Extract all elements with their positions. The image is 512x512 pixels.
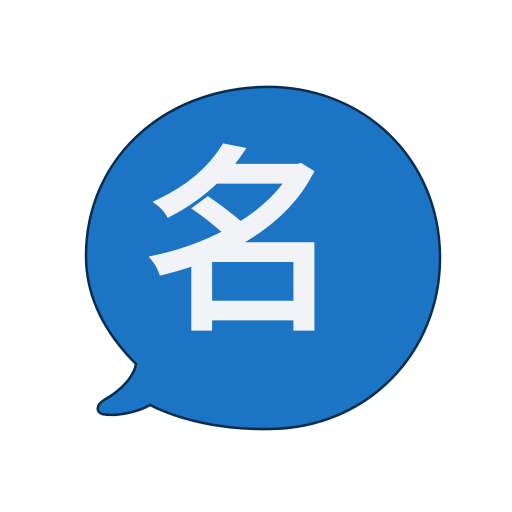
name-glyph: 名 <box>145 129 341 359</box>
app-icon-canvas: 名 <box>0 0 512 512</box>
chat-bubble-icon: 名 <box>84 85 442 431</box>
